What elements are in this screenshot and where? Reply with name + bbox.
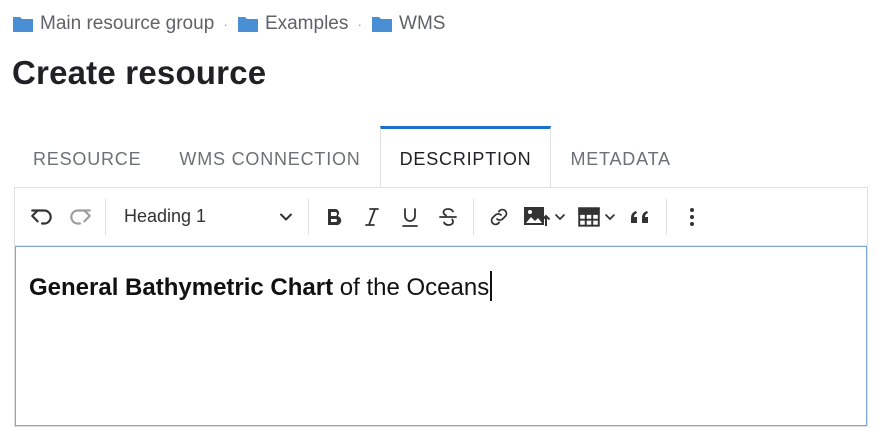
heading-select-value: Heading 1 [124,206,207,226]
breadcrumb-item-wms[interactable]: WMS [371,13,445,35]
tab-resource[interactable]: RESOURCE [14,126,160,188]
breadcrumb-item-main-resource-group[interactable]: Main resource group [12,13,214,35]
regular-text: of the Oceans [333,274,490,301]
editor-toolbar: Heading 1 [15,188,867,246]
blockquote-icon [631,210,648,223]
chevron-down-icon [605,213,615,220]
undo-icon [31,208,52,225]
breadcrumb: Main resource group · Examples · WMS [12,12,445,36]
toolbar-divider [473,198,474,235]
underline-button[interactable] [391,198,429,236]
page-title: Create resource [12,54,267,91]
underline-icon [402,207,418,227]
undo-button[interactable] [23,198,61,236]
insert-table-button[interactable] [572,198,622,236]
toolbar-divider [105,198,106,235]
chevron-down-icon [280,213,292,220]
chevron-down-icon [555,213,565,220]
more-options-button[interactable] [673,198,711,236]
italic-icon [365,207,379,226]
tab-bar: RESOURCE WMS CONNECTION DESCRIPTION META… [14,126,690,188]
strikethrough-button[interactable] [429,198,467,236]
redo-icon [70,208,91,225]
link-icon [490,208,508,225]
breadcrumb-separator: · [223,16,228,32]
editor-content[interactable]: General Bathymetric Chart of the Oceans [15,246,867,426]
breadcrumb-label: WMS [399,13,446,34]
table-icon [578,206,600,227]
folder-icon [372,17,393,32]
bold-icon [328,208,342,225]
editor-heading-text: General Bathymetric Chart of the Oceans [29,271,492,302]
link-button[interactable] [480,198,518,236]
strikethrough-icon [439,207,457,226]
folder-icon [13,17,33,32]
bold-text: General Bathymetric Chart [29,274,334,301]
blockquote-button[interactable] [622,198,660,236]
insert-image-button[interactable] [518,198,572,236]
tab-description[interactable]: DESCRIPTION [379,126,552,188]
tab-metadata[interactable]: METADATA [551,126,689,188]
breadcrumb-separator: · [357,16,363,32]
folder-icon [237,17,258,32]
italic-button[interactable] [353,198,391,236]
text-cursor [490,271,492,301]
rich-text-editor: Heading 1 General Bathymetric Chart of t… [14,187,868,427]
breadcrumb-item-examples[interactable]: Examples [237,13,348,35]
breadcrumb-label: Examples [264,13,349,34]
redo-button[interactable] [61,198,99,236]
tab-wms-connection[interactable]: WMS CONNECTION [160,126,379,188]
breadcrumb-label: Main resource group [40,13,215,34]
insert-image-icon [524,206,551,226]
heading-select[interactable]: Heading 1 [112,198,302,236]
bold-button[interactable] [315,198,353,236]
more-vertical-icon [690,207,694,226]
toolbar-divider [308,198,309,235]
toolbar-divider [666,198,667,235]
